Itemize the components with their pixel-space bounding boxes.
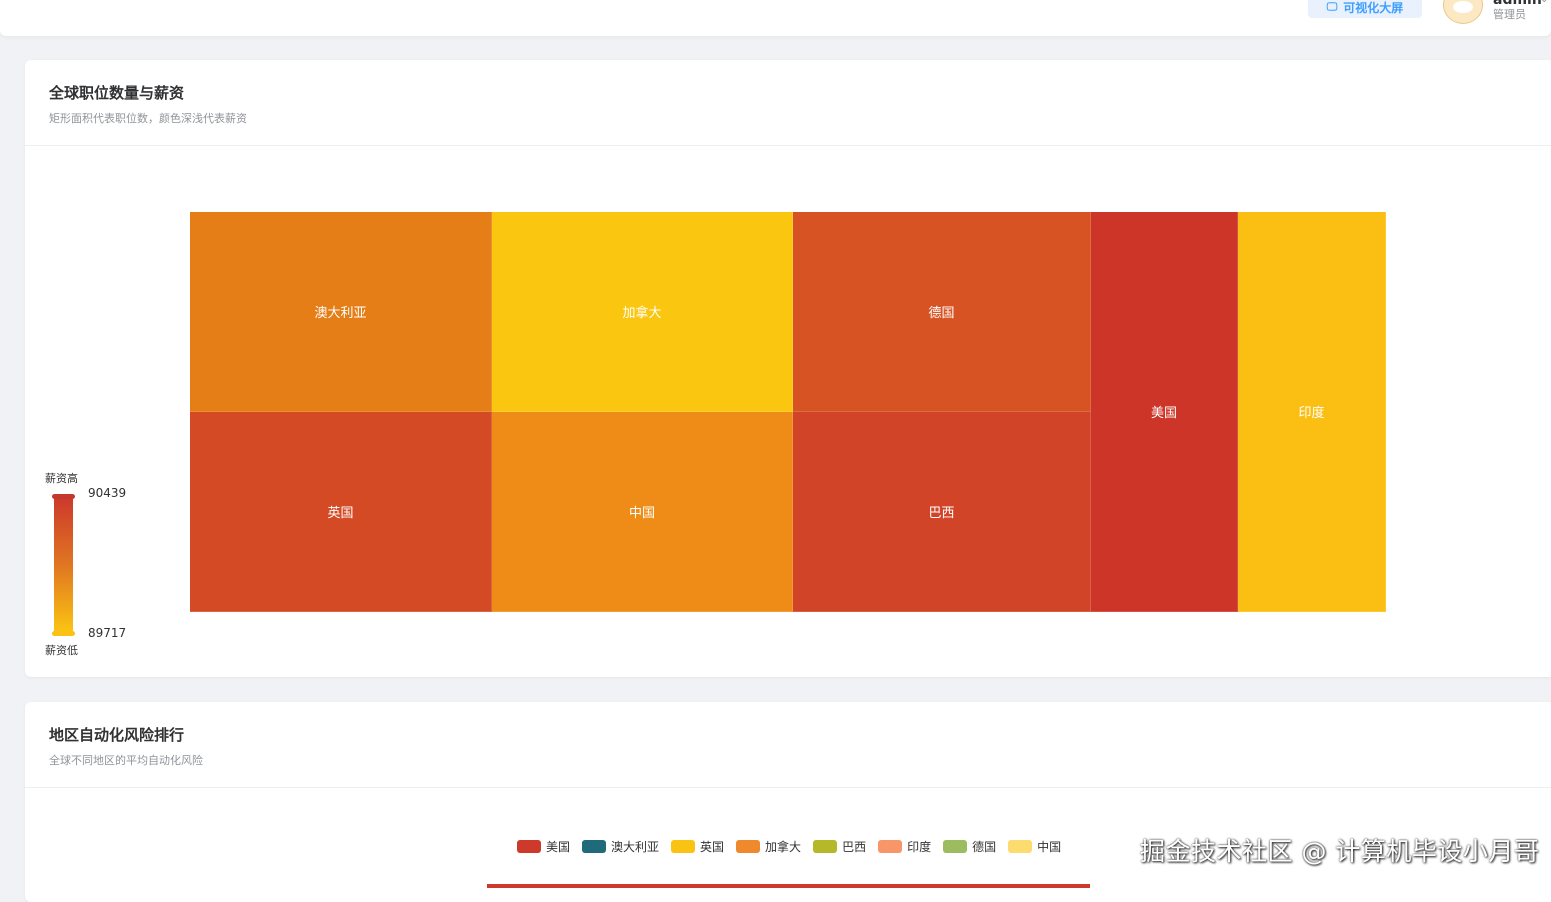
- treemap-tile[interactable]: 英国: [190, 412, 492, 612]
- treemap-tile[interactable]: 印度: [1238, 212, 1386, 612]
- legend-item[interactable]: 美国: [517, 838, 570, 855]
- visual-map-min-value: 89717: [88, 626, 127, 640]
- chart-legend: 美国 澳大利亚 英国 加拿大 巴西 印度 德国 中国: [517, 838, 1061, 855]
- legend-label: 澳大利亚: [611, 840, 660, 854]
- top-header: 🖵 可视化大屏 admin 管理员 ⌄: [0, 0, 1551, 36]
- card-title: 地区自动化风险排行: [49, 726, 185, 744]
- automation-risk-card: 地区自动化风险排行 全球不同地区的平均自动化风险 美国 澳大利亚 英国 加拿大 巴西 印度…: [25, 702, 1551, 902]
- card-header: 全球职位数量与薪资 矩形面积代表职位数，颜色深浅代表薪资: [25, 60, 1551, 146]
- legend-swatch: [1008, 840, 1033, 853]
- legend-swatch: [878, 840, 903, 853]
- card-subtitle: 矩形面积代表职位数，颜色深浅代表薪资: [49, 112, 247, 125]
- dashboard-screen-label: 可视化大屏: [1343, 0, 1404, 15]
- card-title: 全球职位数量与薪资: [49, 84, 185, 102]
- treemap-tile-label: 巴西: [928, 506, 955, 521]
- treemap-tile[interactable]: 美国: [1091, 212, 1238, 612]
- salary-treemap: 澳大利亚英国 加拿大中国 德国巴西 美国 印度: [190, 212, 1386, 612]
- dashboard-screen-button[interactable]: 🖵 可视化大屏: [1308, 0, 1422, 18]
- watermark-text: 掘金技术社区 @ 计算机毕设小月哥: [1140, 837, 1540, 866]
- legend-label: 中国: [1037, 840, 1062, 854]
- treemap-tile-label: 澳大利亚: [314, 306, 367, 321]
- bar-mark: [487, 884, 1090, 888]
- legend-swatch: [813, 840, 838, 853]
- visual-map-max-value: 90439: [88, 486, 127, 500]
- treemap-tile-label: 中国: [628, 506, 655, 521]
- legend-swatch: [582, 840, 607, 853]
- legend-item[interactable]: 英国: [671, 838, 724, 855]
- visual-map-high-label: 薪资高: [45, 472, 78, 485]
- legend-label: 巴西: [842, 840, 867, 854]
- treemap-tile[interactable]: 巴西: [793, 412, 1091, 612]
- treemap-tile[interactable]: 中国: [492, 412, 793, 612]
- treemap-tile-label: 印度: [1298, 406, 1325, 421]
- legend-label: 美国: [546, 840, 571, 854]
- monitor-icon: 🖵: [1326, 0, 1338, 13]
- visual-map-low-label: 薪资低: [45, 644, 78, 657]
- treemap-tile-label: 德国: [928, 306, 955, 321]
- user-avatar[interactable]: [1443, 0, 1483, 24]
- treemap-tile[interactable]: 澳大利亚: [190, 212, 492, 412]
- legend-item[interactable]: 巴西: [813, 838, 866, 855]
- card-header: 地区自动化风险排行 全球不同地区的平均自动化风险: [25, 702, 1551, 788]
- legend-swatch: [517, 840, 541, 853]
- legend-item[interactable]: 印度: [878, 838, 931, 855]
- treemap-card: 全球职位数量与薪资 矩形面积代表职位数，颜色深浅代表薪资 澳大利亚英国 加拿大中国…: [25, 60, 1551, 677]
- treemap-tile[interactable]: 加拿大: [492, 212, 793, 412]
- legend-item[interactable]: 澳大利亚: [582, 838, 659, 855]
- chevron-down-icon[interactable]: ⌄: [1540, 0, 1548, 5]
- visual-map-handle-low[interactable]: [52, 631, 75, 636]
- legend-swatch: [736, 840, 761, 853]
- treemap-tile-label: 美国: [1150, 406, 1177, 421]
- legend-label: 印度: [907, 840, 932, 854]
- legend-label: 英国: [700, 840, 725, 854]
- legend-label: 德国: [972, 840, 997, 854]
- legend-swatch: [671, 840, 696, 853]
- user-role: 管理员: [1493, 8, 1526, 21]
- legend-label: 加拿大: [765, 840, 802, 854]
- visual-map-gradient: [54, 499, 73, 631]
- legend-item[interactable]: 德国: [943, 838, 996, 855]
- card-subtitle: 全球不同地区的平均自动化风险: [49, 754, 203, 767]
- legend-item[interactable]: 中国: [1008, 838, 1061, 855]
- legend-swatch: [943, 840, 968, 853]
- legend-item[interactable]: 加拿大: [736, 838, 801, 855]
- treemap-tile-label: 加拿大: [622, 306, 662, 321]
- visual-map-slider[interactable]: [52, 494, 75, 636]
- treemap-tile-label: 英国: [327, 506, 354, 521]
- treemap-tile[interactable]: 德国: [793, 212, 1091, 412]
